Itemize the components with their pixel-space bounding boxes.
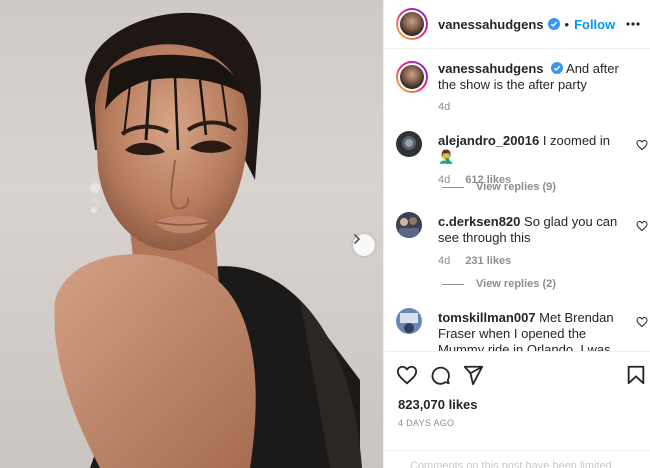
post-photo[interactable] [0, 0, 383, 468]
post-timestamp[interactable]: 4 DAYS AGO [398, 418, 454, 428]
portrait-illustration [54, 12, 362, 468]
comments-limited-notice: Comments on this post have been limited. [384, 450, 650, 468]
comment-bubble-icon[interactable] [429, 364, 451, 386]
replies-divider-line [442, 283, 464, 285]
heart-icon[interactable] [396, 364, 418, 386]
commenter-avatar[interactable] [396, 212, 422, 238]
more-options-icon[interactable] [625, 17, 641, 31]
verified-badge-icon [551, 62, 564, 74]
comment-username[interactable]: alejandro_20016 [438, 133, 539, 148]
follow-button[interactable]: Follow [574, 17, 615, 32]
view-replies-label: View replies (2) [476, 278, 556, 290]
author-username[interactable]: vanessahudgens [438, 17, 544, 32]
comment-username[interactable]: c.derksen820 [438, 214, 520, 229]
instagram-post: vanessahudgens • Follow vanessahudgens A… [0, 0, 650, 468]
view-replies-button[interactable]: View replies (9) [442, 181, 556, 193]
post-caption: vanessahudgens And after the show is the… [396, 61, 646, 115]
post-header: vanessahudgens • Follow [384, 0, 650, 49]
replies-divider-line [442, 186, 464, 188]
action-bar [384, 351, 650, 395]
comment-age[interactable]: 4d [438, 255, 450, 267]
heart-icon[interactable] [636, 139, 648, 151]
caption-author-avatar[interactable] [396, 61, 428, 93]
next-photo-button[interactable] [353, 234, 375, 256]
caption-username[interactable]: vanessahudgens [438, 61, 544, 76]
heart-icon[interactable] [636, 316, 648, 328]
caption-age[interactable]: 4d [438, 99, 638, 115]
post-side-panel: vanessahudgens • Follow vanessahudgens A… [383, 0, 650, 468]
chevron-right-icon [354, 234, 361, 244]
comment-likes[interactable]: 231 likes [465, 255, 511, 267]
paper-plane-icon[interactable] [462, 364, 484, 386]
author-avatar[interactable] [396, 8, 428, 40]
bookmark-icon[interactable] [625, 364, 647, 386]
view-replies-button[interactable]: View replies (2) [442, 278, 556, 290]
verified-badge-icon [547, 18, 560, 30]
view-replies-label: View replies (9) [476, 181, 556, 193]
comments-limited-text: Comments on this post have been limited. [410, 460, 615, 468]
commenter-avatar[interactable] [396, 308, 422, 334]
header-dot-separator: • [564, 16, 570, 32]
comments-list[interactable]: vanessahudgens And after the show is the… [384, 49, 650, 351]
commenter-avatar[interactable] [396, 131, 422, 157]
comment-username[interactable]: tomskillman007 [438, 310, 536, 325]
heart-icon[interactable] [636, 220, 648, 232]
likes-count[interactable]: 823,070 likes [398, 397, 478, 412]
